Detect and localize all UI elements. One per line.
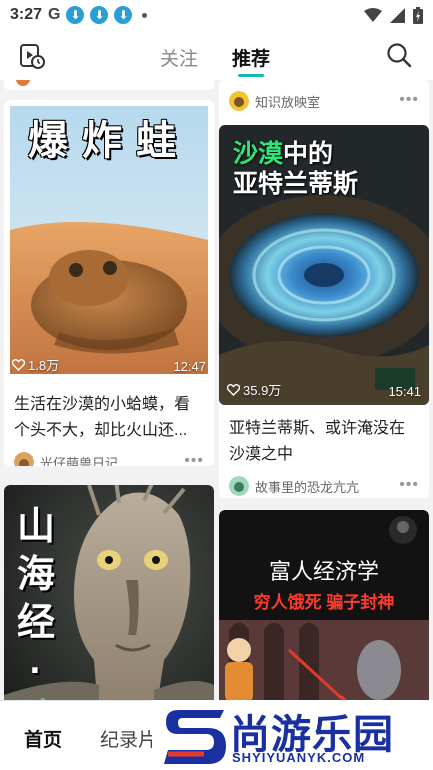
video-card[interactable]: 爆炸蛙 1.8万 12:47 生活在沙漠的小蛤蟆，看 个头不大，却比火山还...…	[4, 100, 214, 466]
battery-icon	[413, 6, 423, 24]
likes-count: 1.8万	[12, 355, 59, 374]
video-duration: 15:41	[388, 384, 421, 399]
nav-home[interactable]: 首页	[24, 725, 62, 752]
heart-icon	[227, 383, 240, 396]
watermark-s-icon	[164, 710, 226, 764]
more-options-icon[interactable]: •••	[399, 476, 419, 494]
likes-count: 35.9万	[227, 380, 281, 399]
video-title-line: 沙漠之中	[229, 446, 294, 463]
google-icon: G	[48, 6, 61, 23]
video-title[interactable]: 亚特兰蒂斯、或许淹没在 沙漠之中	[229, 416, 421, 468]
download-icon: ⬇	[114, 6, 133, 24]
video-card[interactable]: 知识放映室 ••• 沙漠中的 亚特兰蒂斯 35.9万 15:41 亚特兰蒂斯、或…	[219, 80, 429, 498]
author-row[interactable]: 故事里的恐龙亢亢	[229, 476, 359, 496]
video-feed[interactable]: 爆炸蛙 1.8万 12:47 生活在沙漠的小蛤蟆，看 个头不大，却比火山还...…	[0, 80, 433, 700]
tab-follow[interactable]: 关注	[160, 44, 198, 71]
video-thumbnail[interactable]: 爆炸蛙 1.8万 12:47	[4, 100, 214, 380]
top-header: 关注 推荐	[0, 30, 433, 80]
search-icon[interactable]	[386, 42, 412, 68]
cover-vertical-title: 山 海 经 · 肆	[14, 503, 58, 700]
cover-title: 爆炸蛙	[28, 119, 190, 163]
cover-title-rest: 中的	[283, 140, 334, 168]
avatar	[229, 476, 249, 496]
history-icon[interactable]	[18, 42, 46, 70]
video-card[interactable]: 富人经济学 穷人饿死 骗子封神	[219, 510, 429, 700]
status-bar: 3:27 G ⬇ ⬇ ⬇	[0, 0, 433, 30]
video-title-line: 生活在沙漠的小蛤蟆，看	[14, 396, 191, 413]
avatar	[229, 91, 249, 111]
signal-icon	[390, 7, 405, 23]
wifi-icon	[364, 8, 382, 22]
video-duration: 12:47	[173, 359, 206, 374]
video-thumbnail[interactable]: 富人经济学 穷人饿死 骗子封神	[219, 510, 429, 700]
author-row[interactable]: 知识放映室	[229, 91, 320, 111]
cover-title-line2: 亚特兰蒂斯	[233, 170, 359, 198]
cover-subtitle: 穷人饿死 骗子封神	[253, 593, 395, 612]
video-thumbnail[interactable]: 山 海 经 · 肆	[4, 485, 214, 700]
avatar	[16, 80, 30, 86]
video-thumbnail[interactable]: 沙漠中的 亚特兰蒂斯 35.9万 15:41	[219, 125, 429, 405]
tab-recommend[interactable]: 推荐	[232, 44, 270, 71]
author-name: 光仔萌兽日记	[40, 455, 119, 467]
cover-title: 沙漠中的 亚特兰蒂斯	[233, 139, 358, 199]
author-name: 故事里的恐龙亢亢	[255, 479, 360, 495]
cover-title-char: ·	[29, 650, 43, 692]
author-row[interactable]: 光仔萌兽日记	[14, 452, 118, 466]
previous-card-remnant	[4, 80, 214, 90]
video-title[interactable]: 生活在沙漠的小蛤蟆，看 个头不大，却比火山还...	[14, 392, 206, 444]
author-name: 知识放映室	[255, 94, 321, 110]
cover-title: 富人经济学	[268, 559, 379, 584]
nav-documentary[interactable]: 纪录片	[100, 725, 157, 752]
active-tab-indicator	[238, 74, 264, 77]
heart-icon	[12, 358, 25, 371]
avatar	[14, 452, 34, 466]
cover-title-accent: 沙漠	[233, 140, 284, 168]
download-icon: ⬇	[66, 6, 85, 24]
likes-label: 1.8万	[28, 358, 60, 373]
watermark-logo: 尚游乐园 SHYIYUANYK.COM	[152, 700, 433, 770]
video-title-line: 个头不大，却比火山还...	[14, 422, 188, 439]
more-options-icon[interactable]: •••	[184, 452, 204, 466]
cover-title-char: 经	[16, 602, 55, 644]
video-title-line: 亚特兰蒂斯、或许淹没在	[229, 420, 406, 437]
notification-dot-icon	[142, 12, 148, 18]
cover-title-char: 海	[16, 554, 55, 596]
video-card[interactable]: 山 海 经 · 肆	[4, 485, 214, 700]
more-options-icon[interactable]: •••	[399, 91, 419, 109]
download-icon: ⬇	[90, 6, 109, 24]
cover-title-char: 山	[16, 506, 55, 548]
app-screen: 3:27 G ⬇ ⬇ ⬇ 关注 推荐 爆炸蛙 1.8万 12:47 生活在沙漠的…	[0, 0, 433, 770]
watermark-url: SHYIYUANYK.COM	[232, 750, 366, 765]
likes-label: 35.9万	[243, 383, 282, 398]
status-time: 3:27	[10, 6, 43, 23]
